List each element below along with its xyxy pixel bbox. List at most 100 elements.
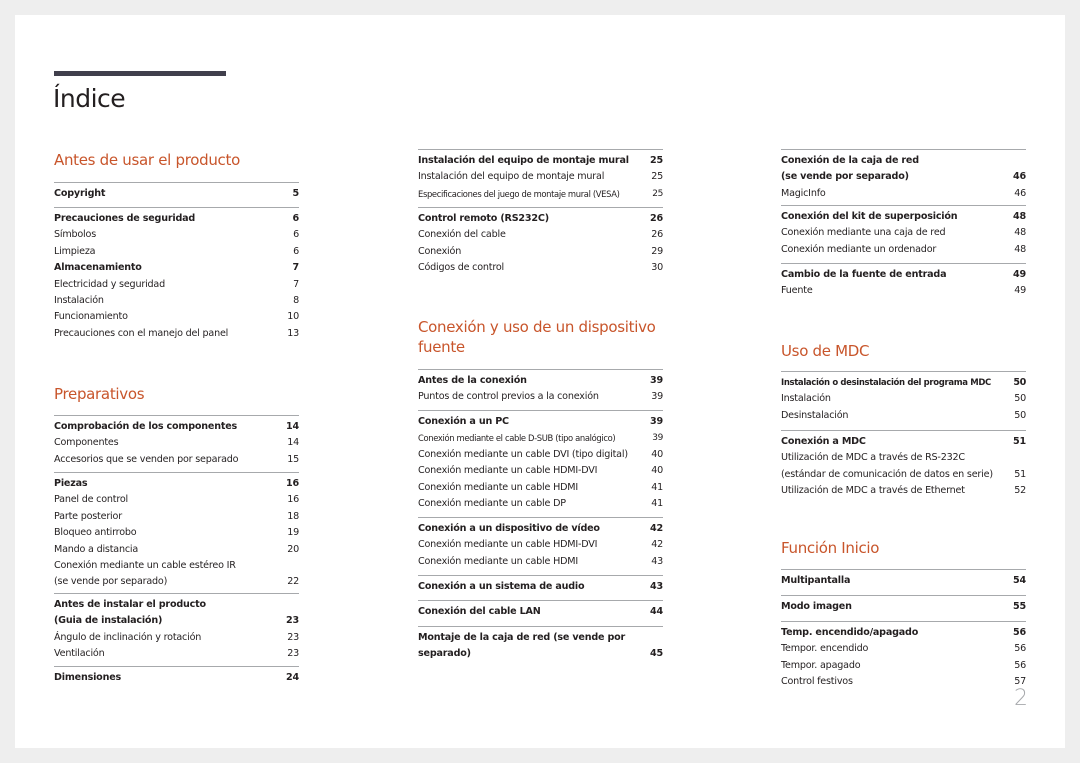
- toc-entry-label: (Guia de instalación): [54, 615, 163, 627]
- toc-chapter-link[interactable]: Conexión a un PC 39: [418, 414, 663, 430]
- toc-entry-link[interactable]: Conexión mediante el cable D-SUB (tipo a…: [418, 430, 663, 446]
- toc-group: Dimensiones 24: [54, 666, 299, 686]
- toc-chapter-link[interactable]: (Guia de instalación) 23: [54, 613, 299, 629]
- toc-entry-link[interactable]: Conexión 29: [418, 244, 663, 260]
- toc-chapter-link[interactable]: Temp. encendido/apagado 56: [781, 625, 1026, 641]
- toc-entry-link[interactable]: (estándar de comunicación de datos en se…: [781, 467, 1026, 483]
- toc-entry-link[interactable]: Ángulo de inclinación y rotación 23: [54, 630, 299, 646]
- toc-entry-link[interactable]: Códigos de control 30: [418, 260, 663, 276]
- toc-page-number: 18: [287, 510, 299, 522]
- toc-entry-link[interactable]: Conexión mediante una caja de red 48: [781, 225, 1026, 241]
- toc-entry-label: Especificaciones del juego de montaje mu…: [418, 188, 620, 199]
- toc-chapter-link[interactable]: Antes de instalar el producto: [54, 597, 299, 613]
- toc-chapter-link[interactable]: Copyright 5: [54, 186, 299, 202]
- toc-page-number: 52: [1014, 485, 1026, 497]
- toc-chapter-link[interactable]: Conexión del kit de superposición 48: [781, 209, 1026, 225]
- toc-entry-label: Símbolos: [54, 229, 96, 241]
- toc-group: Conexión a un dispositivo de vídeo 42 Cone…: [418, 517, 663, 570]
- toc-chapter-link[interactable]: Almacenamiento 7: [54, 260, 299, 276]
- toc-entry-link[interactable]: Conexión mediante un cable estéreo IR: [54, 558, 299, 574]
- toc-page-number: 55: [1013, 601, 1026, 612]
- toc-entry-label: Montaje de la caja de red (se vende por: [418, 632, 626, 643]
- toc-entry-link[interactable]: Limpieza 6: [54, 244, 299, 260]
- toc-chapter-link[interactable]: Conexión del cable LAN 44: [418, 604, 663, 620]
- toc-entry-link[interactable]: Conexión mediante un cable DVI (tipo dig…: [418, 447, 663, 463]
- toc-group: Conexión a MDC 51 Utilización de MDC a tra…: [781, 430, 1026, 500]
- toc-chapter-link[interactable]: Antes de la conexión 39: [418, 373, 663, 389]
- toc-chapter-link[interactable]: Conexión a un dispositivo de vídeo 42: [418, 521, 663, 537]
- toc-entry-link[interactable]: Instalación 50: [781, 391, 1026, 407]
- toc-entry-link[interactable]: Conexión mediante un cable HDMI-DVI 42: [418, 537, 663, 553]
- toc-chapter-link[interactable]: (se vende por separado) 46: [781, 169, 1026, 185]
- toc-entry-link[interactable]: Conexión mediante un ordenador 48: [781, 242, 1026, 258]
- toc-page-number: 50: [1013, 377, 1026, 388]
- toc-entry-link[interactable]: Instalación del equipo de montaje mural 2…: [418, 169, 663, 185]
- toc-entry-link[interactable]: Ventilación 23: [54, 646, 299, 662]
- toc-entry-link[interactable]: Control festivos 57: [781, 674, 1026, 690]
- toc-page-number: 46: [1013, 171, 1026, 183]
- toc-chapter-link[interactable]: Conexión de la caja de red: [781, 153, 1026, 169]
- toc-entry-link[interactable]: Fuente 49: [781, 283, 1026, 299]
- toc-entry-link[interactable]: Desinstalación 50: [781, 408, 1026, 424]
- toc-entry-link[interactable]: Tempor. apagado 56: [781, 658, 1026, 674]
- toc-group: Conexión de la caja de red (se vende por …: [781, 149, 1026, 202]
- toc-chapter-link[interactable]: Montaje de la caja de red (se vende por: [418, 630, 663, 646]
- toc-chapter-link[interactable]: Comprobación de los componentes 14: [54, 419, 299, 435]
- toc-entry-link[interactable]: Mando a distancia 20: [54, 542, 299, 558]
- toc-entry-link[interactable]: Funcionamiento 10: [54, 309, 299, 325]
- toc-entry-link[interactable]: Símbolos 6: [54, 227, 299, 243]
- toc-chapter-link[interactable]: Precauciones de seguridad 6: [54, 211, 299, 227]
- toc-entry-label: Conexión mediante un ordenador: [781, 243, 937, 255]
- toc-group: Antes de instalar el producto (Guia de in…: [54, 593, 299, 663]
- toc-page-number: 42: [650, 523, 663, 534]
- toc-entry-label: Ángulo de inclinación y rotación: [54, 631, 202, 643]
- toc-chapter-link[interactable]: Instalación del equipo de montaje mural 2…: [418, 153, 663, 169]
- toc-page-number: 6: [292, 213, 300, 224]
- toc-entry-label: Conexión a MDC: [781, 436, 866, 447]
- toc-entry-link[interactable]: Precauciones con el manejo del panel 13: [54, 326, 299, 342]
- toc-chapter-link[interactable]: Instalación o desinstalación del program…: [781, 375, 1026, 391]
- toc-entry-link[interactable]: (se vende por separado) 22: [54, 574, 299, 590]
- toc-group: Conexión a un PC 39 Conexión mediante el c…: [418, 410, 663, 512]
- toc-entry-label: (se vende por separado): [54, 576, 168, 588]
- toc-entry-link[interactable]: Conexión mediante un cable HDMI-DVI 40: [418, 463, 663, 479]
- toc-entry-link[interactable]: Instalación 8: [54, 293, 299, 309]
- toc-page-number: 13: [287, 327, 299, 339]
- toc-chapter-link[interactable]: Cambio de la fuente de entrada 49: [781, 267, 1026, 283]
- toc-chapter-link[interactable]: Piezas 16: [54, 476, 299, 492]
- toc-entry-link[interactable]: Panel de control 16: [54, 492, 299, 508]
- toc-entry-link[interactable]: Bloqueo antirrobo 19: [54, 525, 299, 541]
- toc-entry-link[interactable]: Conexión mediante un cable DP 41: [418, 496, 663, 512]
- toc-chapter-link[interactable]: Control remoto (RS232C) 26: [418, 211, 663, 227]
- toc-entry-link[interactable]: Electricidad y seguridad 7: [54, 277, 299, 293]
- toc-entry-label: Conexión a un sistema de audio: [418, 581, 585, 592]
- toc-entry-label: Conexión mediante un cable estéreo IR: [54, 560, 236, 572]
- toc-entry-label: Tempor. encendido: [781, 643, 869, 655]
- toc-chapter-link[interactable]: Conexión a un sistema de audio 43: [418, 579, 663, 595]
- toc-entry-link[interactable]: Utilización de MDC a través de Ethernet 5…: [781, 483, 1026, 499]
- toc-page-number: 20: [287, 543, 299, 555]
- toc-chapter-link[interactable]: separado) 45: [418, 646, 663, 662]
- toc-chapter-link[interactable]: Multipantalla 54: [781, 573, 1026, 589]
- toc-entry-link[interactable]: Especificaciones del juego de montaje mu…: [418, 186, 663, 202]
- toc-entry-label: Utilización de MDC a través de RS-232C: [781, 452, 965, 464]
- toc-chapter-link[interactable]: Conexión a MDC 51: [781, 434, 1026, 450]
- toc-entry-link[interactable]: Parte posterior 18: [54, 509, 299, 525]
- toc-entry-link[interactable]: Conexión del cable 26: [418, 227, 663, 243]
- toc-entry-link[interactable]: Conexión mediante un cable HDMI 41: [418, 480, 663, 496]
- toc-entry-link[interactable]: Utilización de MDC a través de RS-232C: [781, 450, 1026, 466]
- toc-entry-link[interactable]: MagicInfo 46: [781, 186, 1026, 202]
- toc-entry-link[interactable]: Conexión mediante un cable HDMI 43: [418, 554, 663, 570]
- toc-chapter-link[interactable]: Modo imagen 55: [781, 599, 1026, 615]
- toc-entry-link[interactable]: Tempor. encendido 56: [781, 641, 1026, 657]
- toc-page-number: 43: [650, 581, 663, 592]
- toc-entry-label: Conexión mediante un cable DP: [418, 498, 566, 510]
- toc-entry-link[interactable]: Puntos de control previos a la conexión 3…: [418, 389, 663, 405]
- toc-entry-label: MagicInfo: [781, 187, 826, 199]
- toc-entry-link[interactable]: Accesorios que se venden por separado 15: [54, 452, 299, 468]
- toc-entry-link[interactable]: Componentes 14: [54, 435, 299, 451]
- toc-chapter-link[interactable]: Dimensiones 24: [54, 670, 299, 686]
- toc-page-number: 56: [1013, 627, 1026, 638]
- toc-page-number: 56: [1014, 643, 1026, 655]
- toc-entry-label: Conexión a un dispositivo de vídeo: [418, 523, 600, 534]
